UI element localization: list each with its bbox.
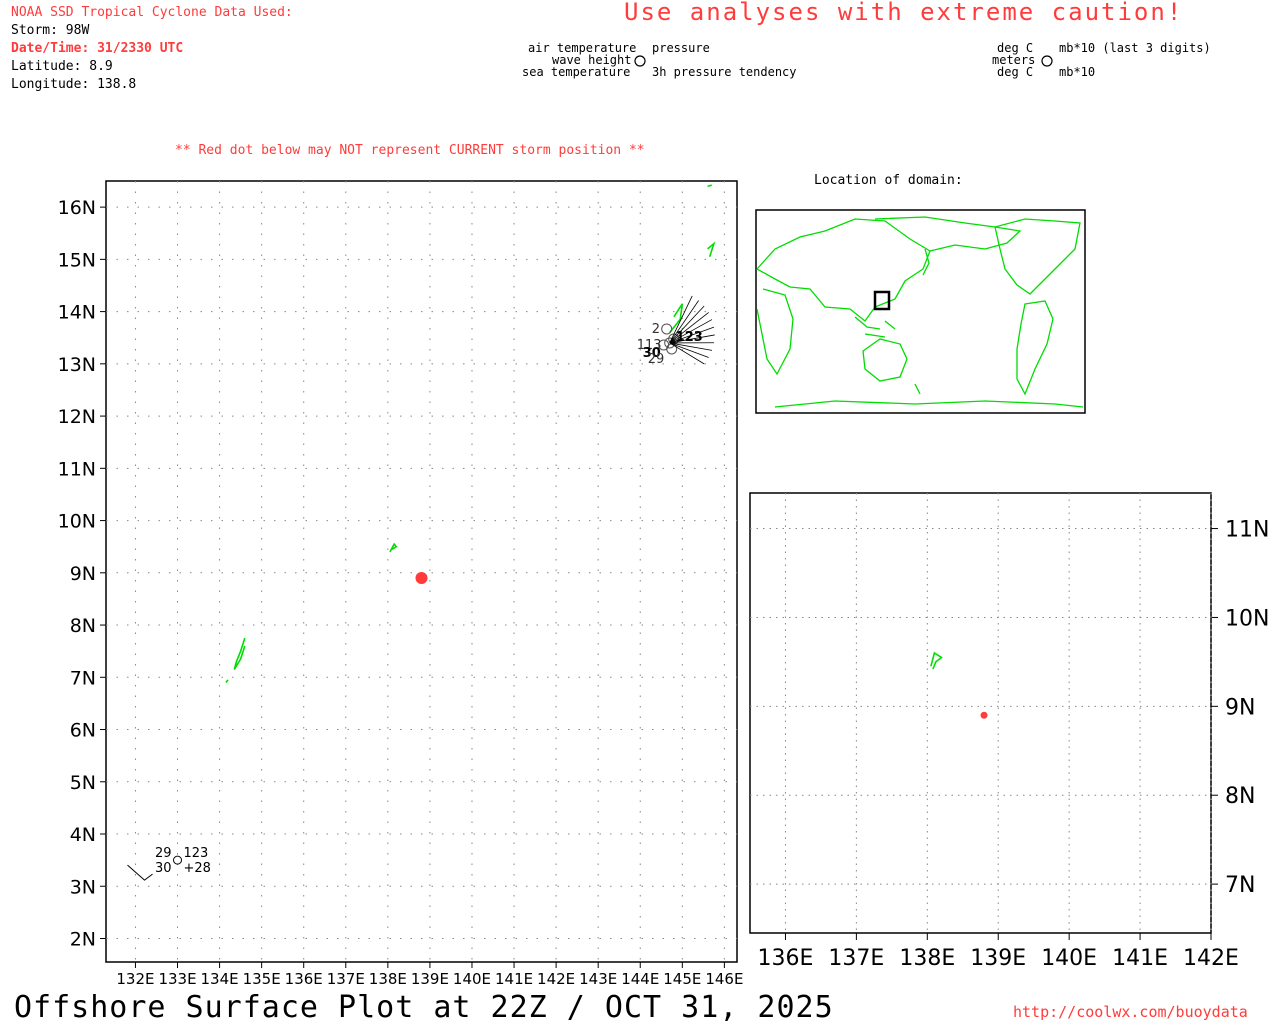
- inset-map-frame: [750, 493, 1211, 933]
- lon-tick-label: 133E: [158, 970, 196, 988]
- lat-tick-label: 13N: [58, 354, 96, 376]
- legend-sea-temp: sea temperature: [522, 65, 630, 79]
- storm-position-marker: [981, 712, 988, 719]
- station-cluster-label: 123: [676, 330, 703, 345]
- lon-tick-label: 142E: [1183, 946, 1239, 971]
- lon-tick-label: 136E: [758, 946, 814, 971]
- lon-tick-label: 136E: [285, 970, 323, 988]
- lon-tick-label: 137E: [327, 970, 365, 988]
- main-map-frame: [106, 181, 737, 962]
- coastline: [708, 185, 712, 186]
- legend-unit-mb: mb*10: [1059, 65, 1095, 79]
- lon-tick-label: 140E: [1041, 946, 1097, 971]
- lat-tick-label: 12N: [58, 406, 96, 428]
- data-source-label: NOAA SSD Tropical Cyclone Data Used:: [11, 4, 293, 22]
- lon-tick-label: 132E: [116, 970, 154, 988]
- datetime-label: Date/Time: 31/2330 UTC: [11, 40, 183, 58]
- lon-tick-label: 145E: [663, 970, 701, 988]
- storm-label: Storm: 98W: [11, 22, 89, 40]
- lon-tick-label: 139E: [411, 970, 449, 988]
- storm-position-warning: ** Red dot below may NOT represent CURRE…: [175, 143, 645, 158]
- lon-tick-label: 139E: [970, 946, 1026, 971]
- station-cluster-label: 2: [652, 322, 660, 337]
- station-pressure-tendency: +28: [184, 861, 211, 876]
- lat-tick-label: 10N: [58, 511, 96, 533]
- plot-footer-title: Offshore Surface Plot at 22Z / OCT 31, 2…: [14, 990, 834, 1025]
- source-url-link[interactable]: http://coolwx.com/buoydata: [1013, 1003, 1248, 1021]
- lon-tick-label: 141E: [495, 970, 533, 988]
- main-map[interactable]: 2N 3N 4N 5N 6N 7N 8N 9N 10N 11N 12N 13N 14N 15N 16N 132…: [0, 170, 750, 990]
- lon-tick-label: 141E: [1112, 946, 1168, 971]
- lon-tick-label: 137E: [828, 946, 884, 971]
- lat-tick-label: 4N: [70, 824, 96, 846]
- lat-tick-label: 11N: [1225, 518, 1269, 543]
- lon-tick-label: 138E: [369, 970, 407, 988]
- lon-tick-label: 143E: [579, 970, 617, 988]
- lat-tick-label: 8N: [1225, 784, 1255, 809]
- station-air-temp: 29: [155, 846, 172, 861]
- legend-unit-deg-c-2: deg C: [997, 65, 1033, 79]
- station-circle-icon: [1040, 54, 1054, 68]
- inset-map[interactable]: 7N 8N 9N 10N 11N 136E 137E 138E 139E 140E 141E 142E: [740, 490, 1278, 975]
- station-circle-icon: [633, 54, 647, 68]
- lon-tick-label: 144E: [621, 970, 659, 988]
- lat-tick-label: 11N: [58, 458, 96, 480]
- lat-tick-label: 2N: [70, 928, 96, 950]
- legend-pressure-tendency: 3h pressure tendency: [652, 65, 797, 79]
- legend-unit-mb-last3: mb*10 (last 3 digits): [1059, 41, 1211, 55]
- longitude-label: Longitude: 138.8: [11, 76, 136, 94]
- lon-tick-label: 134E: [201, 970, 239, 988]
- latitude-label: Latitude: 8.9: [11, 58, 113, 76]
- lat-tick-label: 9N: [70, 563, 96, 585]
- lat-tick-label: 7N: [1225, 873, 1255, 898]
- legend-pressure: pressure: [652, 41, 710, 55]
- lon-tick-label: 135E: [243, 970, 281, 988]
- world-locator-map: [755, 209, 1087, 415]
- lon-tick-label: 142E: [537, 970, 575, 988]
- lon-tick-label: 146E: [705, 970, 743, 988]
- lat-tick-label: 14N: [58, 302, 96, 324]
- lat-tick-label: 9N: [1225, 695, 1255, 720]
- station-pressure: 123: [184, 846, 209, 861]
- station-cluster-label: 29: [648, 352, 665, 367]
- lon-tick-label: 140E: [453, 970, 491, 988]
- lon-tick-label: 138E: [899, 946, 955, 971]
- lat-tick-label: 8N: [70, 615, 96, 637]
- lat-tick-label: 3N: [70, 876, 96, 898]
- station-sea-temp: 30: [155, 861, 172, 876]
- caution-banner: Use analyses with extreme caution!: [624, 0, 1183, 26]
- lat-tick-label: 16N: [58, 197, 96, 219]
- storm-position-marker: [416, 572, 428, 584]
- lat-tick-label: 7N: [70, 667, 96, 689]
- lat-tick-label: 6N: [70, 720, 96, 742]
- lat-tick-label: 15N: [58, 249, 96, 271]
- lat-tick-label: 10N: [1225, 606, 1269, 631]
- lat-tick-label: 5N: [70, 772, 96, 794]
- location-title: Location of domain:: [814, 173, 963, 188]
